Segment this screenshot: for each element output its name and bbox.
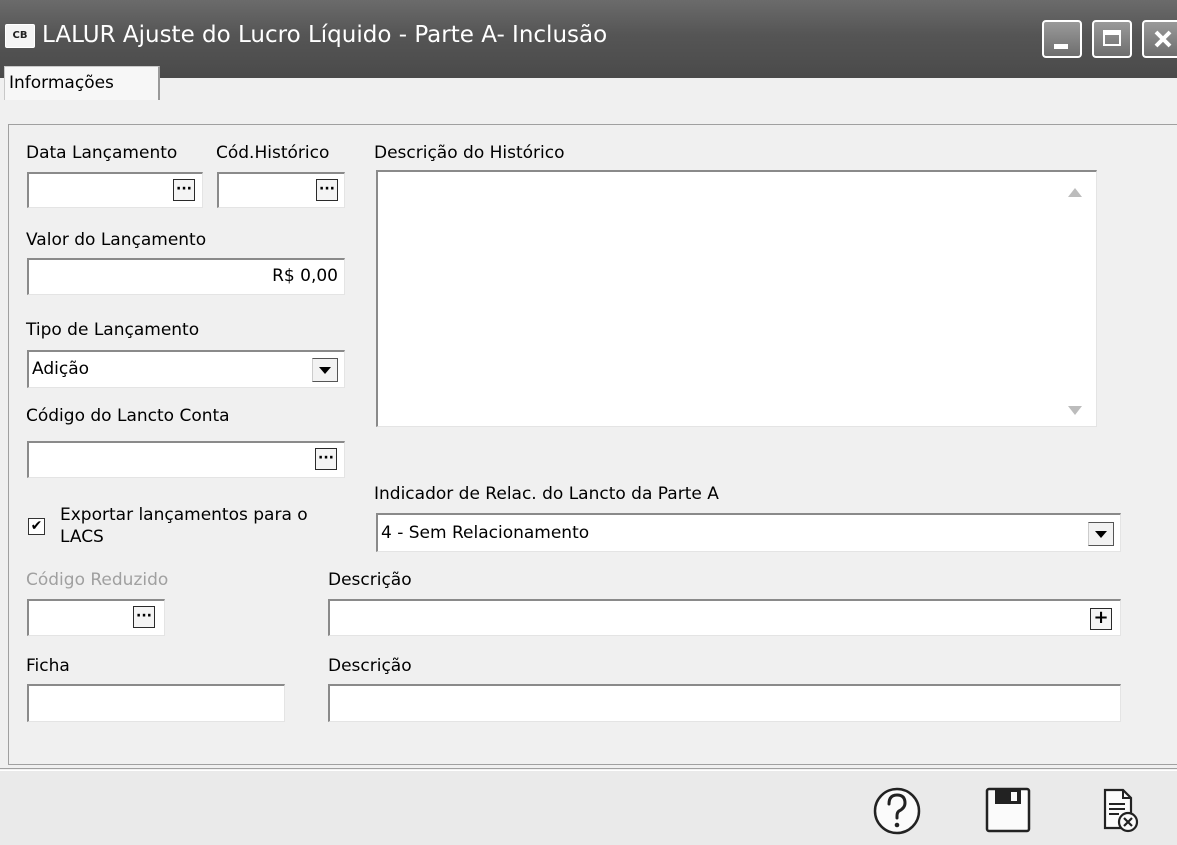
window-title: LALUR Ajuste do Lucro Líquido - Parte A-… xyxy=(42,22,608,48)
codigo-lancto-conta-field[interactable]: ··· xyxy=(27,441,345,478)
tipo-lancamento-select[interactable]: Adição xyxy=(27,350,345,388)
descricao-reduzido-add-button[interactable]: + xyxy=(1090,608,1112,630)
data-lancamento-label: Data Lançamento xyxy=(26,143,178,163)
exportar-checkbox[interactable]: ✔ xyxy=(28,518,45,535)
tipo-lancamento-value: Adição xyxy=(32,359,90,379)
maximize-button[interactable] xyxy=(1092,20,1132,58)
save-button[interactable] xyxy=(980,784,1036,838)
cancel-document-icon xyxy=(1103,788,1139,833)
descricao-ficha-label: Descrição xyxy=(328,656,412,676)
tipo-lancamento-label: Tipo de Lançamento xyxy=(26,320,200,340)
scroll-down-icon[interactable] xyxy=(1068,406,1082,415)
descricao-historico-label: Descrição do Histórico xyxy=(374,143,565,163)
scroll-up-icon[interactable] xyxy=(1068,188,1082,197)
indicador-value: 4 - Sem Relacionamento xyxy=(381,523,590,543)
codigo-reduzido-field[interactable]: ··· xyxy=(27,599,165,636)
app-icon: CB xyxy=(5,24,35,48)
exportar-label-line1: Exportar lançamentos para o xyxy=(60,505,308,525)
valor-lancamento-value: R$ 0,00 xyxy=(272,266,338,286)
indicador-select[interactable]: 4 - Sem Relacionamento xyxy=(376,513,1121,552)
minimize-icon xyxy=(1054,44,1068,49)
chevron-down-icon xyxy=(1095,531,1107,538)
descricao-historico-textarea[interactable] xyxy=(376,170,1097,427)
help-icon xyxy=(873,787,921,835)
cancel-button[interactable] xyxy=(1093,784,1149,838)
descricao-ficha-field[interactable] xyxy=(328,684,1121,722)
minimize-button[interactable] xyxy=(1042,20,1082,58)
footer-separator xyxy=(0,768,1177,769)
data-lancamento-lookup-button[interactable]: ··· xyxy=(173,179,195,201)
exportar-label-line2: LACS xyxy=(60,527,104,547)
cod-historico-lookup-button[interactable]: ··· xyxy=(316,179,338,201)
descricao-reduzido-label: Descrição xyxy=(328,570,412,590)
codigo-lancto-conta-label: Código do Lancto Conta xyxy=(26,406,230,426)
tab-informacoes-label: Informações xyxy=(9,73,114,93)
descricao-reduzido-field[interactable]: + xyxy=(328,599,1121,636)
close-icon xyxy=(1154,30,1172,48)
codigo-lancto-conta-lookup-button[interactable]: ··· xyxy=(315,448,337,470)
ficha-label: Ficha xyxy=(26,656,70,676)
indicador-label: Indicador de Relac. do Lancto da Parte A xyxy=(374,484,719,504)
cod-historico-label: Cód.Histórico xyxy=(216,143,330,163)
data-lancamento-field[interactable]: ··· xyxy=(27,172,203,208)
codigo-reduzido-lookup-button[interactable]: ··· xyxy=(133,606,155,628)
maximize-icon xyxy=(1103,30,1121,46)
codigo-reduzido-label: Código Reduzido xyxy=(26,570,169,590)
save-icon xyxy=(985,787,1031,833)
valor-lancamento-field[interactable]: R$ 0,00 xyxy=(27,258,345,295)
help-button[interactable] xyxy=(869,784,925,838)
close-button[interactable] xyxy=(1142,20,1177,58)
cod-historico-field[interactable]: ··· xyxy=(217,172,345,208)
ficha-field[interactable] xyxy=(27,684,285,722)
tipo-lancamento-dropdown-button[interactable] xyxy=(312,358,338,382)
indicador-dropdown-button[interactable] xyxy=(1088,522,1114,546)
chevron-down-icon xyxy=(319,367,331,374)
valor-lancamento-label: Valor do Lançamento xyxy=(26,230,207,250)
